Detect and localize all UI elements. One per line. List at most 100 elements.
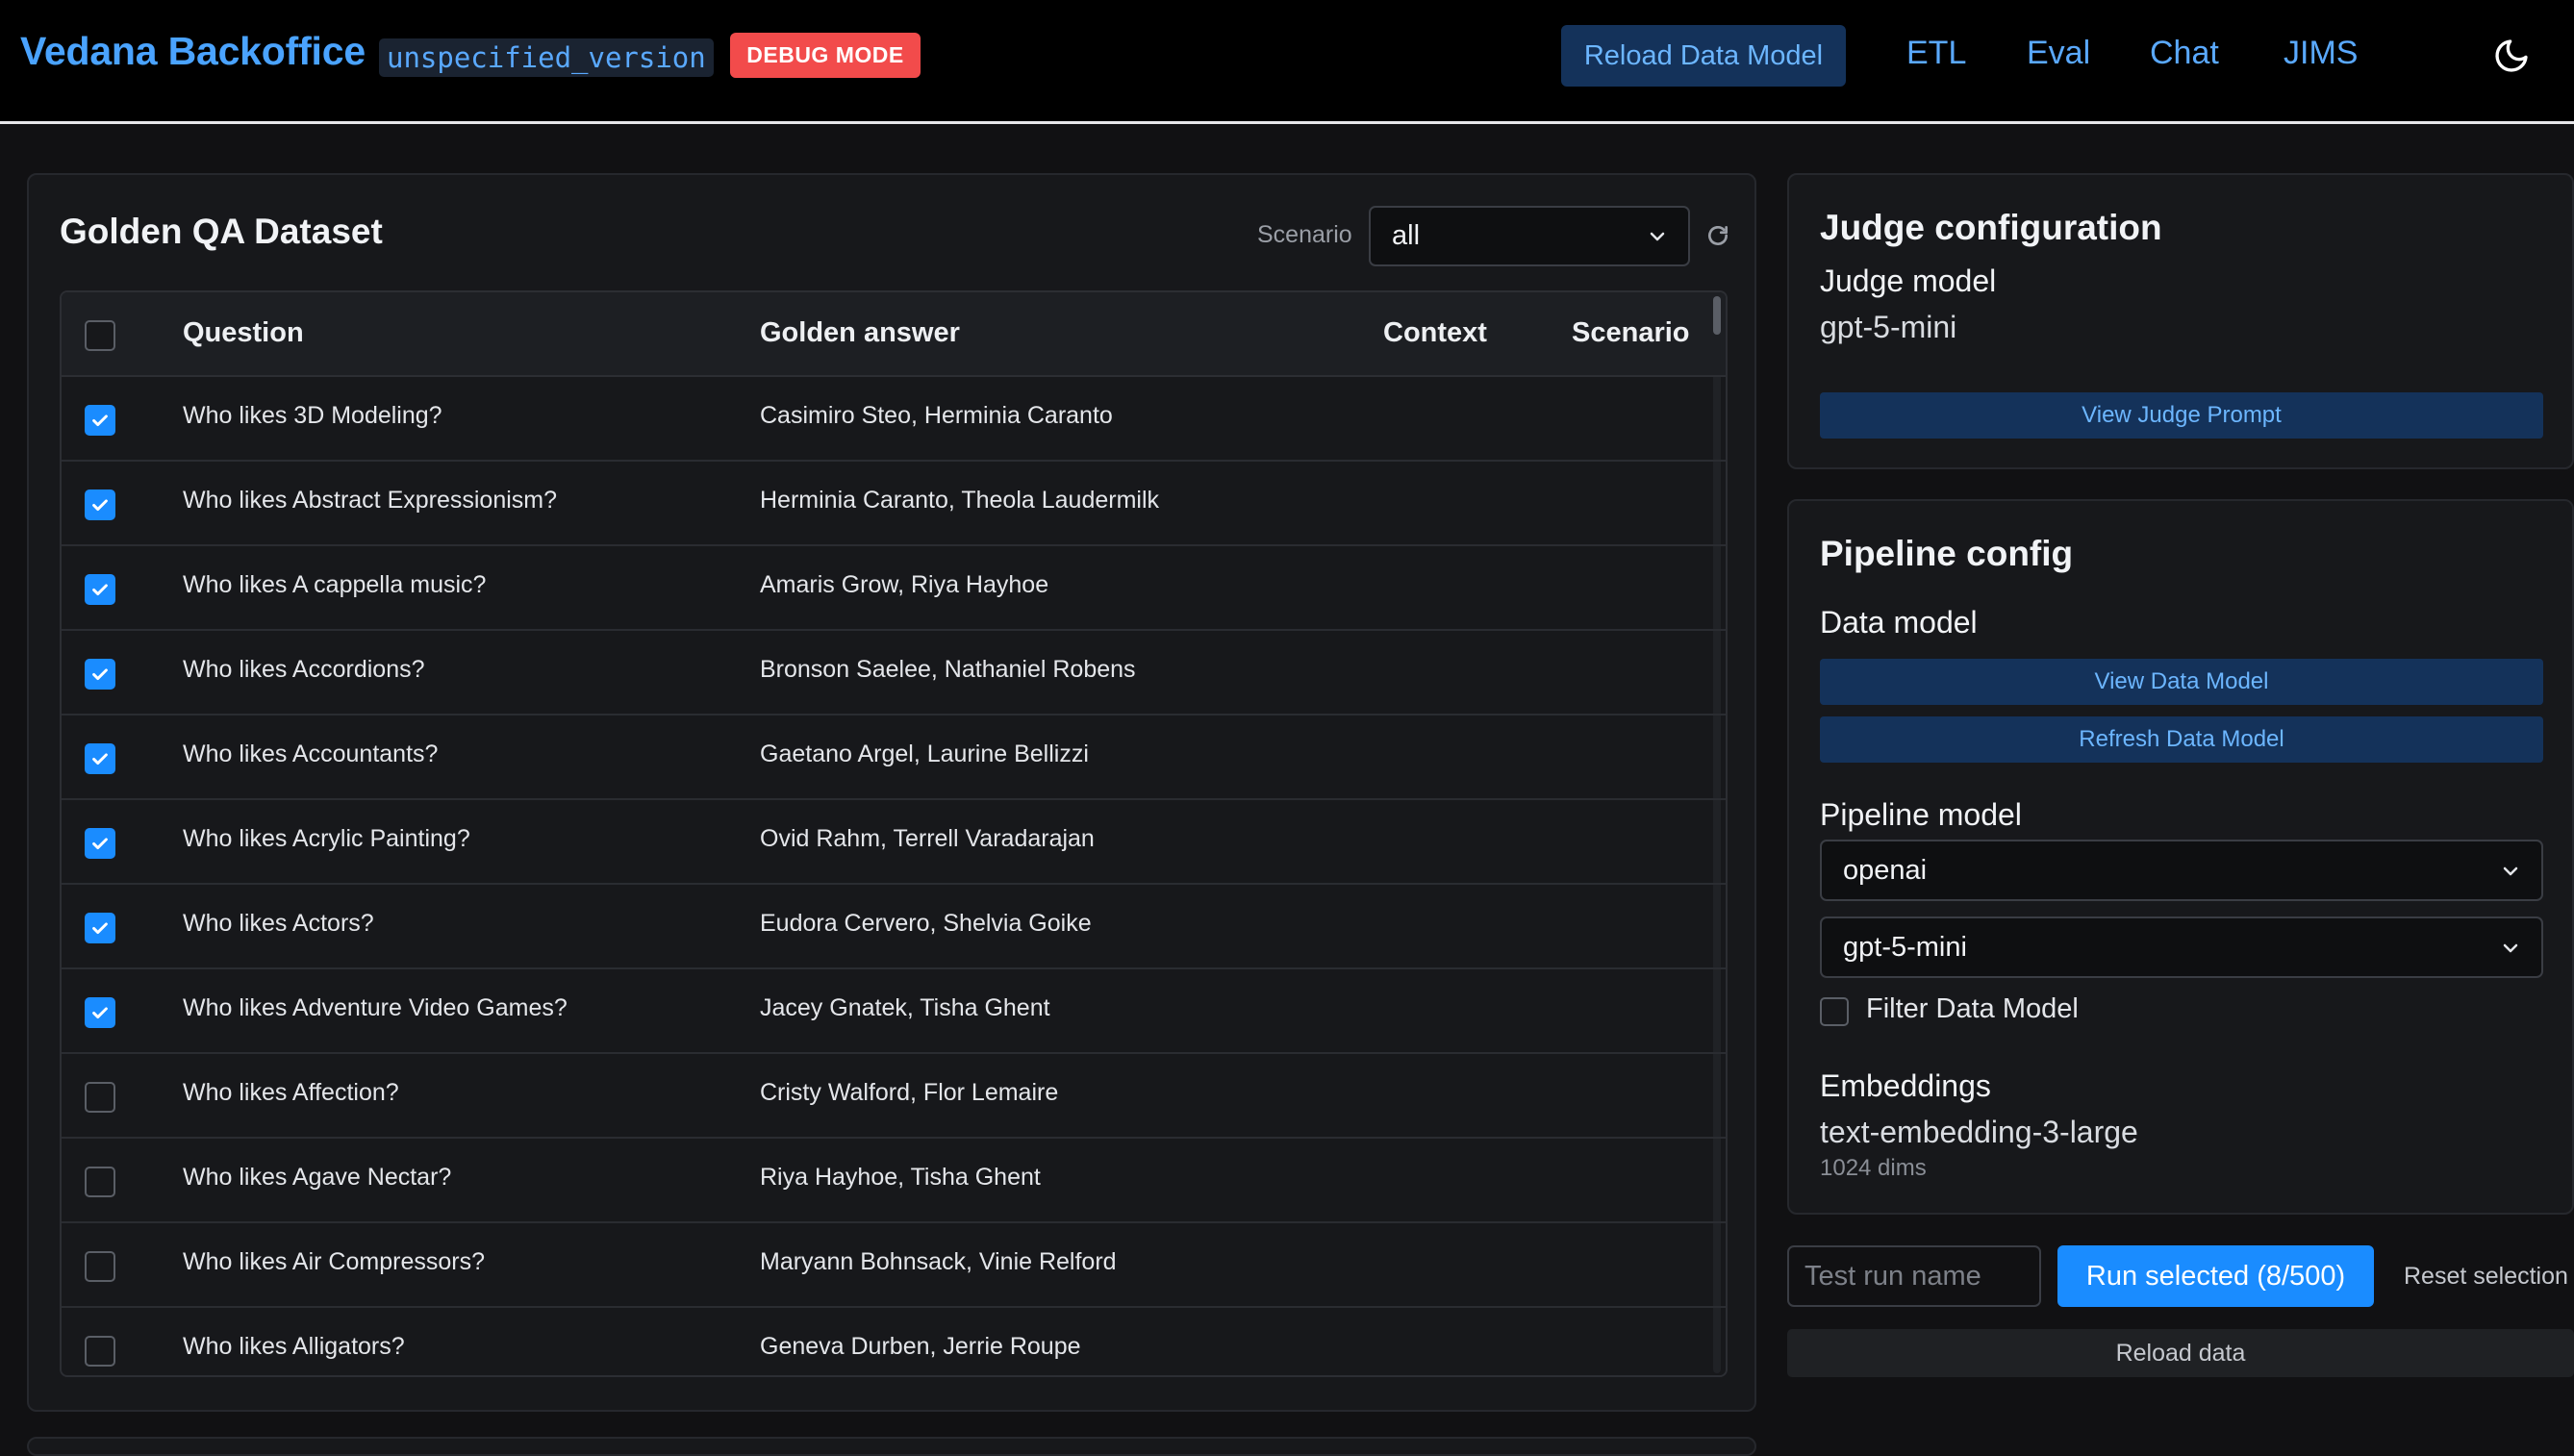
question-cell: Who likes Air Compressors? bbox=[183, 1248, 485, 1275]
select-all-checkbox[interactable] bbox=[85, 320, 115, 351]
reset-selection-link[interactable]: Reset selection bbox=[2404, 1263, 2568, 1291]
refresh-icon[interactable] bbox=[1705, 223, 1730, 248]
filter-data-model-label[interactable]: Filter Data Model bbox=[1866, 993, 2079, 1025]
table-scrollbar-thumb[interactable] bbox=[1713, 296, 1721, 335]
question-cell: Who likes 3D Modeling? bbox=[183, 402, 442, 429]
table-row[interactable]: Who likes Acrylic Painting? Ovid Rahm, Te… bbox=[62, 800, 1726, 885]
row-checkbox[interactable] bbox=[85, 574, 115, 605]
golden-answer-cell: Ovid Rahm, Terrell Varadarajan bbox=[760, 825, 1095, 852]
row-checkbox[interactable] bbox=[85, 1251, 115, 1282]
scenario-select-value: all bbox=[1392, 220, 1421, 251]
nav-link-chat[interactable]: Chat bbox=[2150, 35, 2219, 72]
pipeline-model-select[interactable]: gpt-5-mini bbox=[1820, 916, 2543, 978]
column-header-golden-answer[interactable]: Golden answer bbox=[760, 317, 960, 349]
pipeline-model-label: Pipeline model bbox=[1820, 797, 2022, 832]
pipeline-provider-select[interactable]: openai bbox=[1820, 840, 2543, 901]
golden-answer-cell: Maryann Bohnsack, Vinie Relford bbox=[760, 1248, 1117, 1275]
column-header-scenario[interactable]: Scenario bbox=[1572, 317, 1690, 349]
golden-answer-cell: Amaris Grow, Riya Hayhoe bbox=[760, 571, 1049, 598]
question-cell: Who likes Agave Nectar? bbox=[183, 1164, 452, 1191]
table-row[interactable]: Who likes Affection? Cristy Walford, Flor… bbox=[62, 1054, 1726, 1139]
pipeline-config-panel: Pipeline config Data model View Data Mod… bbox=[1787, 499, 2574, 1215]
top-header: Vedana Backoffice unspecified_version DE… bbox=[0, 0, 2574, 124]
golden-answer-cell: Cristy Walford, Flor Lemaire bbox=[760, 1079, 1059, 1106]
next-panel-edge bbox=[27, 1437, 1756, 1456]
row-checkbox[interactable] bbox=[85, 405, 115, 436]
embeddings-label: Embeddings bbox=[1820, 1068, 1991, 1103]
debug-mode-badge: DEBUG MODE bbox=[730, 33, 921, 78]
moon-icon[interactable] bbox=[2492, 37, 2531, 75]
golden-answer-cell: Casimiro Steo, Herminia Caranto bbox=[760, 402, 1113, 429]
question-cell: Who likes Actors? bbox=[183, 910, 374, 937]
pipeline-model-value: gpt-5-mini bbox=[1843, 932, 1967, 963]
golden-answer-cell: Bronson Saelee, Nathaniel Robens bbox=[760, 656, 1136, 683]
chevron-down-icon bbox=[2503, 943, 2518, 953]
view-data-model-button[interactable]: View Data Model bbox=[1820, 659, 2543, 705]
question-cell: Who likes Affection? bbox=[183, 1079, 399, 1106]
table-row[interactable]: Who likes Accordions? Bronson Saelee, Nat… bbox=[62, 631, 1726, 715]
golden-answer-cell: Gaetano Argel, Laurine Bellizzi bbox=[760, 741, 1089, 767]
golden-answer-cell: Riya Hayhoe, Tisha Ghent bbox=[760, 1164, 1041, 1191]
judge-config-title: Judge configuration bbox=[1820, 208, 2162, 247]
question-cell: Who likes Accountants? bbox=[183, 741, 439, 767]
golden-answer-cell: Herminia Caranto, Theola Laudermilk bbox=[760, 487, 1160, 514]
refresh-data-model-button[interactable]: Refresh Data Model bbox=[1820, 716, 2543, 763]
row-checkbox[interactable] bbox=[85, 997, 115, 1028]
table-row[interactable]: Who likes Alligators? Geneva Durben, Jerr… bbox=[62, 1308, 1726, 1375]
table-row[interactable]: Who likes Abstract Expressionism? Hermini… bbox=[62, 462, 1726, 546]
table-header: Question Golden answer Context Scenario bbox=[62, 292, 1726, 377]
scenario-label: Scenario bbox=[1257, 221, 1352, 248]
question-cell: Who likes Adventure Video Games? bbox=[183, 994, 568, 1021]
judge-model-label: Judge model bbox=[1820, 264, 1997, 298]
row-checkbox[interactable] bbox=[85, 913, 115, 943]
question-cell: Who likes Acrylic Painting? bbox=[183, 825, 470, 852]
pipeline-provider-value: openai bbox=[1843, 855, 1928, 886]
golden-qa-table: Question Golden answer Context Scenario … bbox=[60, 290, 1728, 1377]
scenario-select[interactable]: all bbox=[1369, 206, 1690, 266]
column-header-context[interactable]: Context bbox=[1383, 317, 1487, 349]
test-run-name-input[interactable] bbox=[1787, 1245, 2041, 1307]
golden-answer-cell: Geneva Durben, Jerrie Roupe bbox=[760, 1333, 1081, 1360]
row-checkbox[interactable] bbox=[85, 490, 115, 520]
question-cell: Who likes Alligators? bbox=[183, 1333, 405, 1360]
filter-data-model-checkbox[interactable] bbox=[1820, 997, 1849, 1026]
nav-link-eval[interactable]: Eval bbox=[2027, 35, 2090, 72]
judge-model-value: gpt-5-mini bbox=[1820, 310, 1957, 344]
data-model-label: Data model bbox=[1820, 605, 1978, 640]
question-cell: Who likes Accordions? bbox=[183, 656, 425, 683]
table-row[interactable]: Who likes A cappella music? Amaris Grow, … bbox=[62, 546, 1726, 631]
pipeline-config-title: Pipeline config bbox=[1820, 534, 2074, 573]
nav-link-etl[interactable]: ETL bbox=[1906, 35, 1966, 72]
version-badge: unspecified_version bbox=[379, 38, 714, 77]
row-checkbox[interactable] bbox=[85, 1167, 115, 1197]
column-header-question[interactable]: Question bbox=[183, 317, 304, 349]
chevron-down-icon bbox=[2503, 866, 2518, 876]
embeddings-dims: 1024 dims bbox=[1820, 1155, 1927, 1181]
row-checkbox[interactable] bbox=[85, 1336, 115, 1367]
golden-answer-cell: Eudora Cervero, Shelvia Goike bbox=[760, 910, 1092, 937]
embeddings-model: text-embedding-3-large bbox=[1820, 1115, 2138, 1149]
view-judge-prompt-button[interactable]: View Judge Prompt bbox=[1820, 392, 2543, 439]
row-checkbox[interactable] bbox=[85, 828, 115, 859]
golden-answer-cell: Jacey Gnatek, Tisha Ghent bbox=[760, 994, 1050, 1021]
app-title[interactable]: Vedana Backoffice bbox=[20, 29, 366, 74]
row-checkbox[interactable] bbox=[85, 743, 115, 774]
question-cell: Who likes Abstract Expressionism? bbox=[183, 487, 558, 514]
run-selected-button[interactable]: Run selected (8/500) bbox=[2057, 1245, 2374, 1307]
table-row[interactable]: Who likes Accountants? Gaetano Argel, Lau… bbox=[62, 715, 1726, 800]
row-checkbox[interactable] bbox=[85, 659, 115, 690]
nav-link-jims[interactable]: JIMS bbox=[2284, 35, 2358, 72]
table-row[interactable]: Who likes Air Compressors? Maryann Bohnsa… bbox=[62, 1223, 1726, 1308]
reload-data-model-button[interactable]: Reload Data Model bbox=[1561, 25, 1846, 87]
golden-qa-panel: Golden QA Dataset Scenario all Question … bbox=[27, 173, 1756, 1412]
judge-config-panel: Judge configuration Judge model gpt-5-mi… bbox=[1787, 173, 2574, 469]
table-row[interactable]: Who likes Agave Nectar? Riya Hayhoe, Tish… bbox=[62, 1139, 1726, 1223]
table-row[interactable]: Who likes 3D Modeling? Casimiro Steo, Her… bbox=[62, 377, 1726, 462]
table-row[interactable]: Who likes Adventure Video Games? Jacey Gn… bbox=[62, 969, 1726, 1054]
question-cell: Who likes A cappella music? bbox=[183, 571, 487, 598]
row-checkbox[interactable] bbox=[85, 1082, 115, 1113]
table-row[interactable]: Who likes Actors? Eudora Cervero, Shelvia… bbox=[62, 885, 1726, 969]
chevron-down-icon bbox=[1650, 232, 1665, 241]
reload-data-button[interactable]: Reload data bbox=[1787, 1329, 2574, 1377]
golden-qa-title: Golden QA Dataset bbox=[60, 212, 383, 251]
